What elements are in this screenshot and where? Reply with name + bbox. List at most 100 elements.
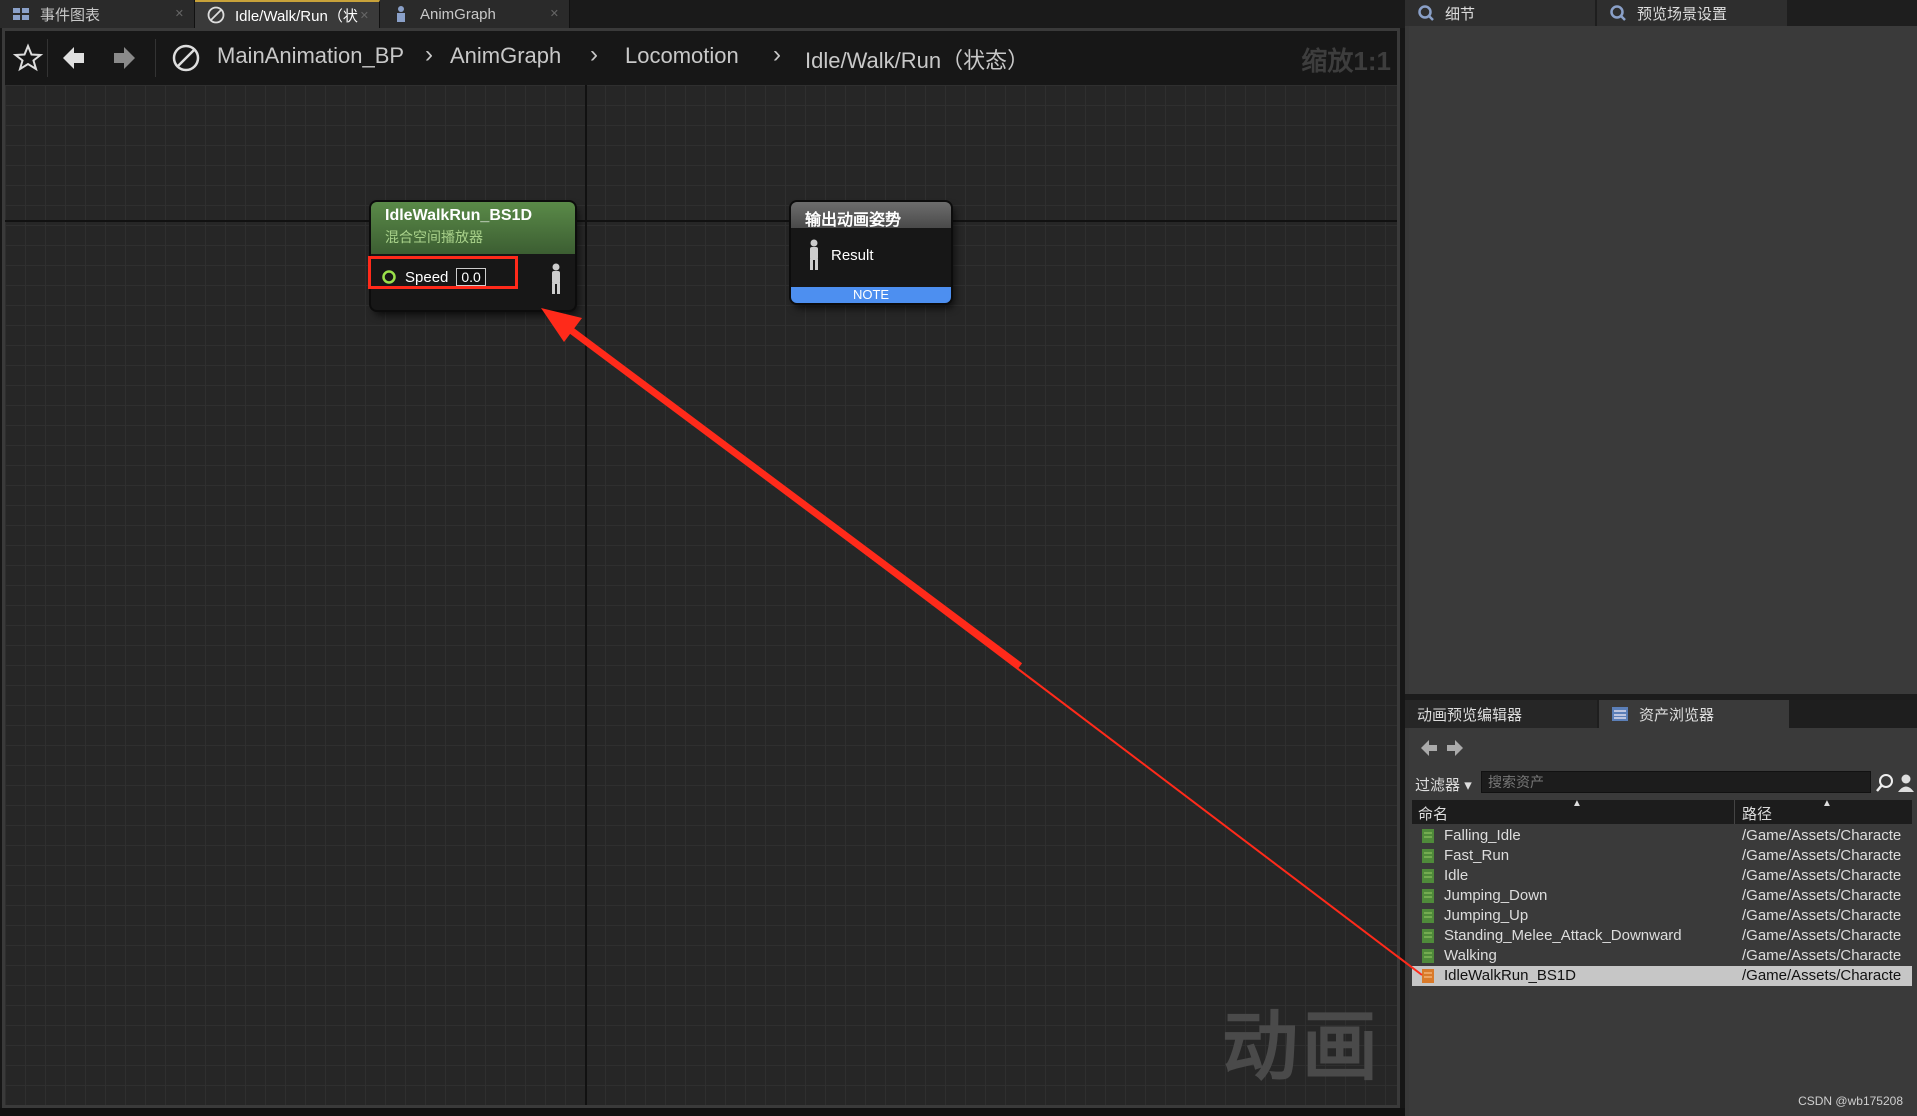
tab-details[interactable]: 细节 xyxy=(1405,0,1595,26)
user-icon[interactable] xyxy=(1897,773,1915,793)
animation-sequence-icon xyxy=(1422,889,1434,903)
details-panel xyxy=(1409,26,1917,694)
graph-editor[interactable]: MainAnimation_BP › AnimGraph › Locomotio… xyxy=(2,28,1400,1108)
tab-anim-preview-editor[interactable]: 动画预览编辑器 xyxy=(1405,700,1597,728)
magnifier-icon xyxy=(1418,5,1434,21)
tab-label: 动画预览编辑器 xyxy=(1417,706,1523,724)
asset-name: Walking xyxy=(1444,947,1497,964)
anim-graph-icon xyxy=(392,5,410,23)
tab-label: 预览场景设置 xyxy=(1637,5,1728,23)
state-icon xyxy=(207,6,225,24)
breadcrumb-anim-graph[interactable]: AnimGraph xyxy=(450,43,561,69)
asset-browser-icon xyxy=(1612,707,1628,721)
zoom-level: 缩放1:1 xyxy=(1301,46,1391,76)
animation-sequence-icon xyxy=(1422,909,1434,923)
asset-name: Standing_Melee_Attack_Downward xyxy=(1444,927,1682,944)
favorite-star-icon[interactable] xyxy=(11,41,45,75)
breadcrumb-main-animation-bp[interactable]: MainAnimation_BP xyxy=(217,43,404,69)
asset-name: IdleWalkRun_BS1D xyxy=(1444,967,1577,984)
asset-row[interactable]: Idle /Game/Assets/Characte xyxy=(1412,866,1912,886)
asset-name: Idle xyxy=(1444,867,1469,884)
forward-arrow-icon[interactable] xyxy=(1445,738,1465,758)
asset-path: /Game/Assets/Characte xyxy=(1742,847,1902,864)
event-graph-icon xyxy=(12,5,30,23)
asset-nav-row xyxy=(1409,732,1917,762)
asset-path: /Game/Assets/Characte xyxy=(1742,887,1902,904)
column-divider[interactable] xyxy=(1734,800,1735,824)
node-header: IdleWalkRun_BS1D 混合空间播放器 xyxy=(371,202,575,254)
asset-path: /Game/Assets/Characte xyxy=(1742,867,1902,884)
asset-search-input[interactable]: 搜索资产 xyxy=(1481,771,1871,793)
breadcrumb-separator-icon: › xyxy=(773,41,781,68)
animation-sequence-icon xyxy=(1422,829,1434,843)
blend-space-icon xyxy=(1422,969,1434,983)
breadcrumb-separator-icon: › xyxy=(425,41,433,68)
asset-path: /Game/Assets/Characte xyxy=(1742,907,1902,924)
details-tab-strip: 细节 预览场景设置 xyxy=(1405,0,1917,26)
filter-dropdown[interactable]: 过滤器 ▾ xyxy=(1415,774,1472,795)
bottom-tab-strip: 动画预览编辑器 资产浏览器 xyxy=(1405,700,1917,728)
tab-label: 事件图表 xyxy=(40,6,101,24)
asset-row-selected[interactable]: IdleWalkRun_BS1D /Game/Assets/Characte xyxy=(1412,966,1912,986)
tab-preview-scene-settings[interactable]: 预览场景设置 xyxy=(1597,0,1787,26)
output-pose-node[interactable]: 输出动画姿势 Result NOTE xyxy=(791,202,951,303)
asset-column-header: 命名 ▲ 路径 ▲ xyxy=(1412,798,1912,824)
asset-path: /Game/Assets/Characte xyxy=(1742,827,1902,844)
asset-row[interactable]: Falling_Idle /Game/Assets/Characte xyxy=(1412,826,1912,846)
tab-event-graph[interactable]: 事件图表 ✕ xyxy=(0,0,195,28)
pose-input-pin-icon[interactable] xyxy=(805,238,823,277)
asset-name: Jumping_Up xyxy=(1444,907,1529,924)
node-header: 输出动画姿势 xyxy=(791,202,951,229)
result-pin-label: Result xyxy=(831,247,874,264)
graph-origin-vertical xyxy=(585,85,587,1105)
asset-path: /Game/Assets/Characte xyxy=(1742,967,1902,984)
close-icon[interactable]: ✕ xyxy=(175,7,184,20)
asset-row[interactable]: Jumping_Down /Game/Assets/Characte xyxy=(1412,886,1912,906)
asset-row[interactable]: Walking /Game/Assets/Characte xyxy=(1412,946,1912,966)
breadcrumb-locomotion[interactable]: Locomotion xyxy=(625,43,739,69)
asset-row[interactable]: Jumping_Up /Game/Assets/Characte xyxy=(1412,906,1912,926)
tab-asset-browser[interactable]: 资产浏览器 xyxy=(1599,700,1789,728)
animation-sequence-icon xyxy=(1422,949,1434,963)
graph-watermark: 动画 xyxy=(1222,1005,1382,1090)
asset-filter-row: 过滤器 ▾ 搜索资产 xyxy=(1409,770,1917,798)
note-bar: NOTE xyxy=(791,287,951,303)
asset-name: Jumping_Down xyxy=(1444,887,1548,904)
close-icon[interactable]: ✕ xyxy=(360,9,369,22)
chevron-down-icon: ▾ xyxy=(1464,777,1472,794)
asset-path: /Game/Assets/Characte xyxy=(1742,947,1902,964)
filter-label: 过滤器 xyxy=(1415,777,1461,794)
animation-sequence-icon xyxy=(1422,849,1434,863)
document-tab-strip: 事件图表 ✕ Idle/Walk/Run（状 ✕ AnimGraph ✕ xyxy=(0,0,1405,28)
sort-ascending-icon: ▲ xyxy=(1572,798,1582,809)
animation-sequence-icon xyxy=(1422,869,1434,883)
node-title: 输出动画姿势 xyxy=(805,212,902,229)
graph-origin-horizontal xyxy=(5,220,1397,222)
back-arrow-icon[interactable] xyxy=(57,41,91,75)
sort-icon: ▲ xyxy=(1822,798,1832,809)
graph-canvas[interactable]: 动画 xyxy=(5,85,1397,1105)
tab-label: 细节 xyxy=(1445,5,1476,23)
tab-label: Idle/Walk/Run（状 xyxy=(235,7,358,25)
annotation-highlight-box xyxy=(368,256,518,289)
forward-arrow-icon[interactable] xyxy=(107,41,141,75)
breadcrumb-idle-walk-run[interactable]: Idle/Walk/Run（状态） xyxy=(805,43,1029,75)
tab-idle-walk-run[interactable]: Idle/Walk/Run（状 ✕ xyxy=(195,0,380,28)
column-path-header[interactable]: 路径 xyxy=(1742,803,1772,824)
asset-row[interactable]: Standing_Melee_Attack_Downward /Game/Ass… xyxy=(1412,926,1912,946)
node-title: IdleWalkRun_BS1D xyxy=(385,207,532,224)
search-icon[interactable] xyxy=(1875,773,1895,793)
column-name-header[interactable]: 命名 xyxy=(1418,803,1448,824)
asset-name: Falling_Idle xyxy=(1444,827,1521,844)
asset-name: Fast_Run xyxy=(1444,847,1510,864)
pose-output-pin-icon[interactable] xyxy=(547,262,565,301)
tab-anim-graph[interactable]: AnimGraph ✕ xyxy=(380,0,570,28)
close-icon[interactable]: ✕ xyxy=(550,7,559,20)
magnifier-icon xyxy=(1610,5,1626,21)
animation-sequence-icon xyxy=(1422,929,1434,943)
back-arrow-icon[interactable] xyxy=(1419,738,1439,758)
asset-row[interactable]: Fast_Run /Game/Assets/Characte xyxy=(1412,846,1912,866)
breadcrumb-separator-icon: › xyxy=(590,41,598,68)
graph-toolbar: MainAnimation_BP › AnimGraph › Locomotio… xyxy=(5,31,1397,86)
node-subtitle: 混合空间播放器 xyxy=(385,229,483,245)
